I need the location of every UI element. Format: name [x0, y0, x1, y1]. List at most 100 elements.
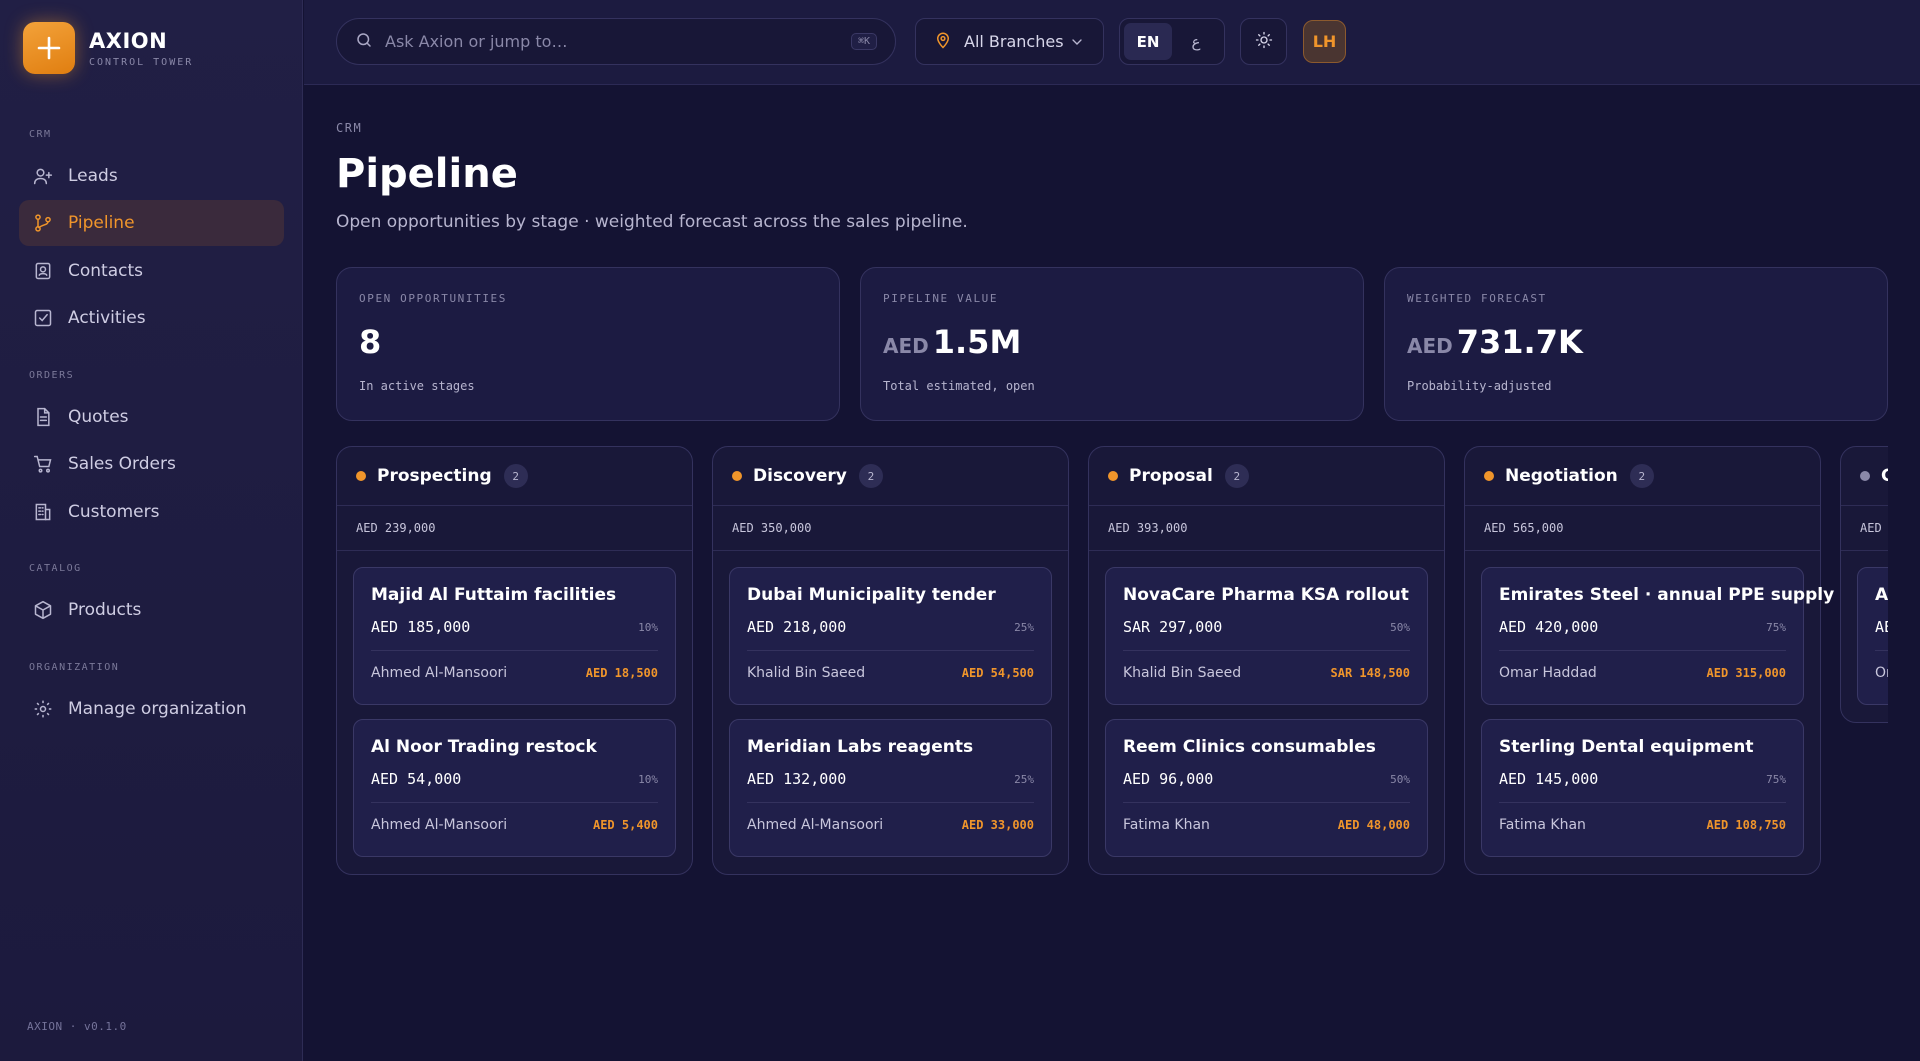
stat-card-open-opportunities: OPEN OPPORTUNITIES 8 In active stages: [336, 267, 840, 421]
column-total: AED: [1841, 506, 1888, 551]
stat-label: OPEN OPPORTUNITIES: [359, 292, 508, 305]
sidebar-item-manage-organization[interactable]: Manage organization: [19, 686, 284, 732]
sidebar-item-label: Pipeline: [68, 213, 135, 233]
deal-owner: Fatima Khan: [1123, 817, 1210, 833]
sidebar-item-pipeline[interactable]: Pipeline: [19, 200, 284, 246]
sidebar-item-activities[interactable]: Activities: [19, 295, 284, 341]
topbar: ⌘K All Branches EN ع LH: [304, 0, 1920, 85]
sidebar: AXION CONTROL TOWER CRM Leads Pipeline C…: [0, 0, 303, 1061]
deal-amount: AED 54,000: [371, 770, 462, 788]
column-title: Proposal: [1129, 466, 1213, 486]
sidebar-item-leads[interactable]: Leads: [19, 153, 284, 199]
column-title: Prospecting: [377, 466, 492, 486]
deal-card[interactable]: A AE Or: [1857, 567, 1888, 705]
deal-card[interactable]: NovaCare Pharma KSA rollout SAR 297,000 50…: [1105, 567, 1428, 705]
column-count-badge: 2: [503, 464, 528, 488]
deal-weighted-value: AED 5,400: [592, 818, 658, 832]
divider: [371, 802, 658, 803]
deal-owner: Omar Haddad: [1499, 665, 1597, 681]
sidebar-item-customers[interactable]: Customers: [19, 489, 284, 535]
deal-owner: Fatima Khan: [1499, 817, 1586, 833]
stat-note: Total estimated, open: [883, 379, 1035, 393]
stat-note: Probability-adjusted: [1407, 379, 1552, 393]
deal-name: Dubai Municipality tender: [747, 585, 996, 605]
deal-amount: AED 185,000: [371, 618, 471, 636]
stat-value: AED 1.5M: [883, 323, 1341, 361]
pipeline-column: Negotiation 2 AED 565,000 Emirates Steel · …: [1464, 446, 1834, 875]
theme-toggle-button[interactable]: [1240, 18, 1287, 65]
deal-amount: SAR 297,000: [1123, 618, 1223, 636]
sidebar-item-label: Quotes: [68, 407, 129, 427]
column-title: C: [1881, 466, 1888, 486]
column-header[interactable]: Proposal 2: [1089, 447, 1444, 506]
nav-section-crm: CRM: [29, 129, 52, 140]
column-total: AED 393,000: [1089, 506, 1444, 551]
branch-selector[interactable]: All Branches: [915, 18, 1104, 65]
lang-en-button[interactable]: EN: [1124, 23, 1172, 60]
search-box[interactable]: ⌘K: [336, 18, 896, 65]
deal-card[interactable]: Emirates Steel · annual PPE supply AED 42…: [1481, 567, 1834, 705]
brand-name: AXION: [89, 28, 168, 53]
stat-card-pipeline-value: PIPELINE VALUE AED 1.5M Total estimated,…: [860, 267, 1364, 421]
sidebar-item-products[interactable]: Products: [19, 587, 284, 633]
deal-card[interactable]: Reem Clinics consumables AED 96,000 50% Fat…: [1105, 719, 1428, 857]
pipeline-column: Proposal 2 AED 393,000 NovaCare Pharma KSA …: [1088, 446, 1445, 875]
cart-icon: [32, 453, 54, 475]
stat-number: 8: [359, 323, 382, 361]
divider: [1123, 650, 1410, 651]
deal-card[interactable]: Meridian Labs reagents AED 132,000 25% Ahme…: [729, 719, 1052, 857]
column-title: Discovery: [753, 466, 847, 486]
check-square-icon: [32, 307, 54, 329]
column-count-badge: 2: [1629, 464, 1654, 488]
sidebar-item-contacts[interactable]: Contacts: [19, 248, 284, 294]
deal-weighted-value: AED 54,500: [961, 666, 1034, 680]
stat-note: In active stages: [359, 379, 475, 393]
git-branch-icon: [32, 212, 54, 234]
stat-value: AED 731.7K: [1407, 323, 1865, 361]
deal-card[interactable]: Al Noor Trading restock AED 54,000 10% Ahme…: [353, 719, 676, 857]
column-header[interactable]: Discovery 2: [713, 447, 1068, 506]
deal-amount: AED 420,000: [1499, 618, 1599, 636]
document-icon: [32, 406, 54, 428]
deal-weighted-value: AED 315,000: [1706, 666, 1786, 680]
lang-ar-button[interactable]: ع: [1172, 23, 1220, 60]
divider: [747, 802, 1034, 803]
column-header[interactable]: Prospecting 2: [337, 447, 692, 506]
deal-card[interactable]: Sterling Dental equipment AED 145,000 75% F…: [1481, 719, 1804, 857]
deal-amount: AE: [1875, 618, 1888, 636]
stat-label: WEIGHTED FORECAST: [1407, 292, 1547, 305]
column-count-badge: 2: [858, 464, 883, 488]
brand[interactable]: AXION CONTROL TOWER: [23, 22, 193, 74]
brand-subtitle: CONTROL TOWER: [89, 56, 194, 68]
deal-owner: Ahmed Al-Mansoori: [371, 817, 508, 833]
search-input[interactable]: [385, 32, 825, 51]
stat-currency: AED: [883, 334, 929, 358]
column-total: AED 350,000: [713, 506, 1068, 551]
deal-owner: Khalid Bin Saeed: [747, 665, 866, 681]
stat-card-weighted-forecast: WEIGHTED FORECAST AED 731.7K Probability…: [1384, 267, 1888, 421]
stat-number: 1.5M: [932, 323, 1022, 361]
deal-card[interactable]: Majid Al Futtaim facilities AED 185,000 10…: [353, 567, 676, 705]
deal-name: Meridian Labs reagents: [747, 737, 974, 757]
deal-amount: AED 218,000: [747, 618, 847, 636]
sun-icon: [1255, 31, 1273, 53]
column-total: AED 565,000: [1465, 506, 1820, 551]
sidebar-item-quotes[interactable]: Quotes: [19, 394, 284, 440]
column-header[interactable]: C: [1841, 447, 1888, 506]
divider: [1123, 802, 1410, 803]
divider: [1499, 802, 1786, 803]
search-icon: [355, 31, 373, 53]
pipeline-column: Discovery 2 AED 350,000 Dubai Municipality …: [712, 446, 1069, 875]
pipeline-column: C AED A AE Or: [1840, 446, 1888, 723]
contact-card-icon: [32, 260, 54, 282]
sidebar-item-sales-orders[interactable]: Sales Orders: [19, 441, 284, 487]
column-header[interactable]: Negotiation 2: [1465, 447, 1820, 506]
avatar[interactable]: LH: [1303, 20, 1346, 63]
deal-amount: AED 132,000: [747, 770, 847, 788]
deal-card[interactable]: Dubai Municipality tender AED 218,000 25% K…: [729, 567, 1052, 705]
pipeline-column: Prospecting 2 AED 239,000 Majid Al Futtaim …: [336, 446, 693, 875]
sidebar-item-label: Leads: [68, 166, 118, 186]
deal-probability: 25%: [1014, 772, 1034, 786]
gear-icon: [32, 698, 54, 720]
sidebar-item-label: Manage organization: [68, 699, 247, 719]
